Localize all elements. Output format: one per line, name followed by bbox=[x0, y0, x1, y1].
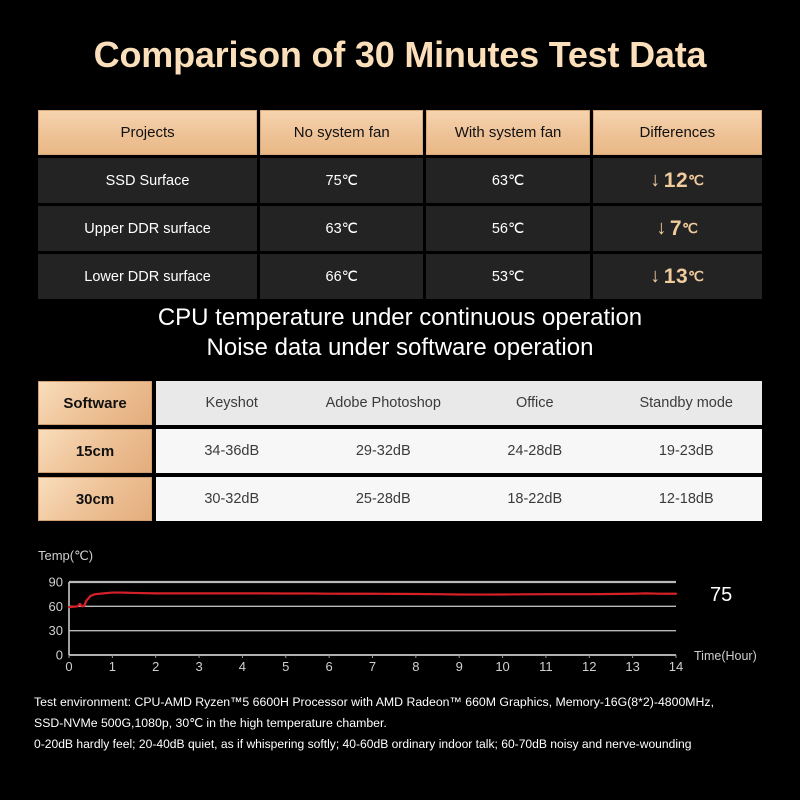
cell-difference: ↓ 13 ℃ bbox=[592, 254, 762, 299]
cell-noise-photoshop: 25-28dB bbox=[307, 477, 459, 521]
column-header-software: Software bbox=[38, 381, 152, 425]
svg-text:3: 3 bbox=[195, 659, 202, 673]
column-header-with-system-fan: With system fan bbox=[426, 110, 590, 155]
arrow-down-icon: ↓ bbox=[656, 217, 667, 239]
cell-project: Lower DDR surface bbox=[38, 254, 258, 299]
difference-value: 13 bbox=[663, 264, 689, 288]
svg-text:14: 14 bbox=[669, 659, 683, 673]
header-values-group: Keyshot Adobe Photoshop Office Standby m… bbox=[156, 381, 762, 425]
svg-text:4: 4 bbox=[239, 659, 246, 673]
footer-line-2: SSD-NVMe 500G,1080p, 30℃ in the high tem… bbox=[34, 716, 387, 730]
svg-text:6: 6 bbox=[326, 659, 333, 673]
column-header-no-system-fan: No system fan bbox=[260, 110, 424, 155]
cell-no-fan: 66℃ bbox=[260, 254, 424, 299]
svg-text:0: 0 bbox=[56, 648, 63, 663]
table-row: SSD Surface 75℃ 63℃ ↓ 12 ℃ bbox=[38, 158, 762, 203]
cell-noise-keyshot: 34-36dB bbox=[156, 429, 308, 473]
cell-no-fan: 75℃ bbox=[260, 158, 424, 203]
footer-line-1: Test environment: CPU-AMD Ryzen™5 6600H … bbox=[34, 695, 714, 709]
svg-text:90: 90 bbox=[49, 575, 63, 590]
page-title: Comparison of 30 Minutes Test Data bbox=[93, 34, 707, 75]
svg-text:30: 30 bbox=[49, 623, 63, 638]
svg-text:10: 10 bbox=[495, 659, 509, 673]
row-values-group: 30-32dB 25-28dB 18-22dB 12-18dB bbox=[156, 477, 762, 521]
cell-noise-keyshot: 30-32dB bbox=[156, 477, 308, 521]
difference-value: 7 bbox=[669, 216, 683, 240]
footer-line-3: 0-20dB hardly feel; 20-40dB quiet, as if… bbox=[34, 737, 692, 751]
cell-noise-standby: 12-18dB bbox=[610, 477, 762, 521]
cell-difference: ↓ 12 ℃ bbox=[592, 158, 762, 203]
table-row: Upper DDR surface 63℃ 56℃ ↓ 7 ℃ bbox=[38, 206, 762, 251]
arrow-down-icon: ↓ bbox=[650, 265, 661, 287]
difference-value: 12 bbox=[663, 168, 689, 192]
table-row: 15cm 34-36dB 29-32dB 24-28dB 19-23dB bbox=[38, 429, 762, 473]
cell-noise-office: 24-28dB bbox=[459, 429, 611, 473]
cell-project: Upper DDR surface bbox=[38, 206, 258, 251]
svg-text:2: 2 bbox=[152, 659, 159, 673]
cell-noise-standby: 19-23dB bbox=[610, 429, 762, 473]
column-header-office: Office bbox=[459, 381, 611, 425]
svg-text:9: 9 bbox=[456, 659, 463, 673]
svg-text:7: 7 bbox=[369, 659, 376, 673]
svg-text:1: 1 bbox=[109, 659, 116, 673]
chart-canvas: 03060900 1 2 3 4 5 6 7 8 9 10 11 12 13 14 bbox=[49, 575, 684, 674]
row-header-distance: 30cm bbox=[38, 477, 152, 521]
svg-text:0: 0 bbox=[65, 659, 72, 673]
svg-text:11: 11 bbox=[539, 659, 553, 673]
svg-text:8: 8 bbox=[412, 659, 419, 673]
table-row: Lower DDR surface 66℃ 53℃ ↓ 13 ℃ bbox=[38, 254, 762, 299]
table-header-row: Projects No system fan With system fan D… bbox=[38, 110, 762, 155]
column-header-adobe-photoshop: Adobe Photoshop bbox=[307, 381, 459, 425]
column-header-standby-mode: Standby mode bbox=[610, 381, 762, 425]
cell-no-fan: 63℃ bbox=[260, 206, 424, 251]
section-heading-line1: CPU temperature under continuous operati… bbox=[157, 304, 643, 331]
cell-with-fan: 56℃ bbox=[426, 206, 590, 251]
difference-unit: ℃ bbox=[682, 220, 699, 236]
column-header-keyshot: Keyshot bbox=[156, 381, 308, 425]
arrow-down-icon: ↓ bbox=[650, 169, 661, 191]
cell-noise-photoshop: 29-32dB bbox=[307, 429, 459, 473]
svg-text:60: 60 bbox=[49, 599, 63, 614]
column-header-differences: Differences bbox=[592, 110, 762, 155]
row-header-distance: 15cm bbox=[38, 429, 152, 473]
cell-noise-office: 18-22dB bbox=[459, 477, 611, 521]
svg-text:12: 12 bbox=[582, 659, 596, 673]
section-heading: CPU temperature under continuous operati… bbox=[0, 303, 800, 363]
section-heading-line2: Noise data under software operation bbox=[206, 334, 594, 361]
cpu-temperature-chart: Temp(℃) Time(Hour) 75 0 30 60 90 0 1 2 3 4 5 6 7 8 9 1… bbox=[34, 548, 774, 673]
difference-unit: ℃ bbox=[688, 268, 705, 284]
row-values-group: 34-36dB 29-32dB 24-28dB 19-23dB bbox=[156, 429, 762, 473]
svg-text:5: 5 bbox=[282, 659, 289, 673]
footer-notes: Test environment: CPU-AMD Ryzen™5 6600H … bbox=[34, 692, 774, 755]
cell-with-fan: 53℃ bbox=[426, 254, 590, 299]
noise-data-table: Software Keyshot Adobe Photoshop Office … bbox=[38, 381, 762, 521]
cell-project: SSD Surface bbox=[38, 158, 258, 203]
cell-difference: ↓ 7 ℃ bbox=[592, 206, 762, 251]
svg-text:13: 13 bbox=[625, 659, 639, 673]
difference-unit: ℃ bbox=[688, 172, 705, 188]
table-header-row: Software Keyshot Adobe Photoshop Office … bbox=[38, 381, 762, 425]
column-header-projects: Projects bbox=[38, 110, 258, 155]
infographic-page: Comparison of 30 Minutes Test Data Proje… bbox=[0, 0, 800, 800]
table-row: 30cm 30-32dB 25-28dB 18-22dB 12-18dB bbox=[38, 477, 762, 521]
temperature-comparison-table: Projects No system fan With system fan D… bbox=[38, 110, 762, 299]
cell-with-fan: 63℃ bbox=[426, 158, 590, 203]
